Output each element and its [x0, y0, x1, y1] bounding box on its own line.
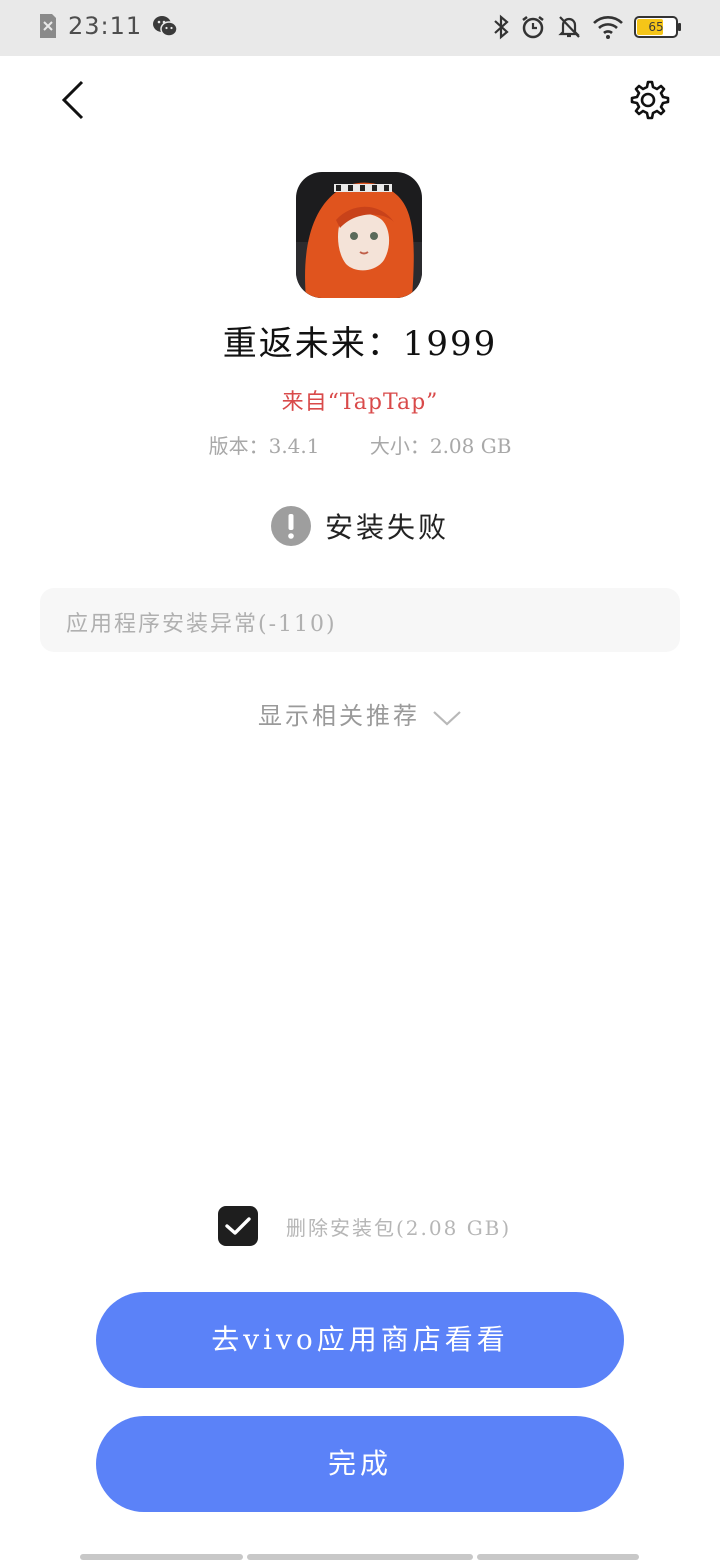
app-size: 大小：2.08 GB	[369, 434, 512, 458]
chevron-down-icon	[433, 710, 461, 725]
app-version: 版本：3.4.1	[208, 434, 320, 458]
warning-icon	[270, 506, 311, 546]
done-button[interactable]: 完成	[96, 1416, 624, 1512]
battery-level: 65	[648, 20, 664, 34]
error-message: 应用程序安装异常(-110)	[66, 612, 337, 637]
delete-package-option[interactable]: 删除安装包(2.08 GB)	[218, 1206, 511, 1246]
checkmark-icon	[225, 1217, 251, 1235]
settings-gear-icon[interactable]	[626, 78, 670, 122]
delete-package-label: 删除安装包(2.08 GB)	[286, 1215, 512, 1240]
show-recommendations-toggle[interactable]: 显示相关推荐	[0, 696, 720, 731]
error-message-box: 应用程序安装异常(-110)	[40, 588, 680, 652]
nav-indicator-left	[80, 1554, 243, 1560]
wechat-icon	[153, 16, 178, 37]
clock: 23:11	[68, 12, 143, 40]
mute-bell-icon	[558, 16, 580, 38]
back-button[interactable]	[54, 78, 94, 122]
install-status: 安装失败	[0, 506, 720, 546]
nav-indicator-right	[477, 1554, 639, 1560]
wifi-icon	[593, 16, 623, 39]
bluetooth-icon	[494, 14, 509, 40]
app-meta: 版本：3.4.1 大小：2.08 GB	[0, 430, 720, 459]
recommend-label: 显示相关推荐	[258, 702, 420, 730]
alarm-icon	[522, 16, 544, 39]
status-right: 65	[492, 14, 682, 40]
status-left: 23:11	[38, 12, 178, 40]
app-source: 来自“TapTap”	[281, 390, 439, 415]
app-icon	[296, 172, 422, 298]
install-status-text: 安装失败	[324, 511, 449, 544]
delete-package-checkbox[interactable]	[218, 1206, 258, 1246]
nav-indicator-center	[247, 1554, 473, 1560]
battery-icon: 65	[634, 16, 682, 38]
status-bar: 23:11 65	[0, 0, 720, 56]
open-vivo-store-button[interactable]: 去vivo应用商店看看	[96, 1292, 624, 1388]
no-sim-icon	[40, 14, 56, 38]
app-name: 重返未来：1999	[222, 324, 498, 364]
